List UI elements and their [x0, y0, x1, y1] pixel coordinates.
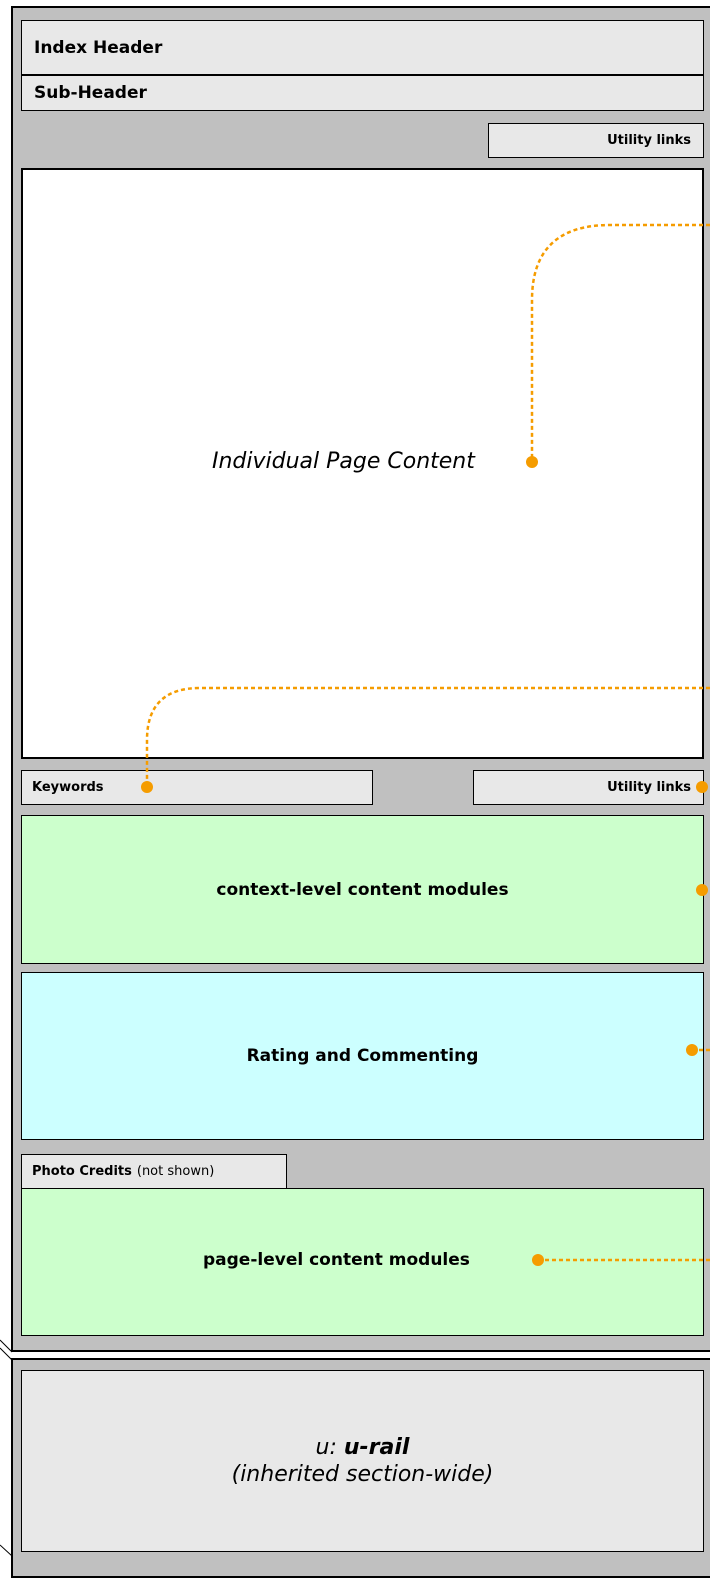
sub-header: Sub-Header [21, 75, 704, 111]
individual-page-content-label: Individual Page Content [212, 449, 475, 474]
sub-header-label: Sub-Header [34, 83, 147, 103]
utility-links-bottom-label: Utility links [607, 780, 691, 795]
u-rail-note: (inherited section-wide) [231, 1462, 494, 1487]
utility-links-top[interactable]: Utility links [488, 123, 704, 158]
u-rail-title: u: u-rail [316, 1434, 410, 1462]
photo-credits-note: (not shown) [136, 1164, 215, 1179]
photo-credits-label: Photo Credits [32, 1164, 132, 1179]
page-level-modules-label: page-level content modules [203, 1250, 470, 1270]
rating-and-commenting: Rating and Commenting [21, 972, 704, 1140]
rating-and-commenting-label: Rating and Commenting [246, 1046, 479, 1066]
keywords-box[interactable]: Keywords [21, 770, 373, 805]
keywords-label: Keywords [32, 780, 104, 795]
photo-credits-box: Photo Credits (not shown) [21, 1154, 287, 1189]
index-header-label: Index Header [34, 37, 163, 58]
context-level-modules-label: context-level content modules [216, 879, 509, 900]
u-rail-prefix: u: [315, 1434, 337, 1460]
u-rail-name: u-rail [343, 1434, 410, 1460]
utility-links-top-label: Utility links [607, 133, 691, 148]
u-rail: u: u-rail (inherited section-wide) [21, 1370, 704, 1552]
utility-links-bottom[interactable]: Utility links [473, 770, 704, 805]
context-level-modules: context-level content modules [21, 815, 704, 964]
index-header: Index Header [21, 20, 704, 75]
